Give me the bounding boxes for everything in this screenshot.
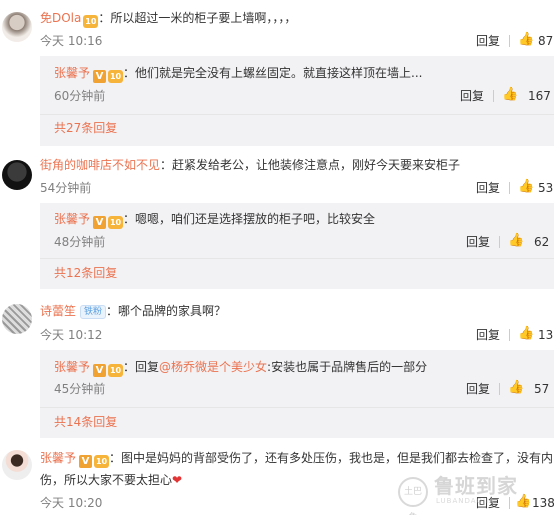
like-icon[interactable]: 👍 <box>518 32 534 48</box>
divider <box>499 383 500 395</box>
more-replies-link[interactable]: 共14条回复 <box>54 414 117 430</box>
verified-v-icon: V <box>93 364 107 377</box>
comment-text: ：图中是妈妈的背部受伤了，还有多处压伤，我也是，但是我们都去检查了，没有内 <box>109 451 554 465</box>
heart-icon: ❤ <box>172 473 183 487</box>
like-icon[interactable]: 👍 <box>508 233 524 249</box>
username-link[interactable]: 免DOla <box>40 11 81 25</box>
divider <box>499 236 500 248</box>
divider <box>493 90 494 102</box>
comment-text-line: 张馨予 V 10 ：图中是妈妈的背部受伤了，还有多处压伤，我也是，但是我们都去检查了，… <box>40 450 553 468</box>
timestamp: 今天 10:20 <box>40 496 103 510</box>
comment-text: ：哪个品牌的家具啊？ <box>106 304 227 318</box>
divider <box>509 182 510 194</box>
more-replies-link[interactable]: 共27条回复 <box>54 120 117 136</box>
reply-button[interactable]: 回复 <box>476 33 500 49</box>
comment-text: ：所以超过一米的柜子要上墙啊，，，， <box>98 11 297 25</box>
like-icon[interactable]: 👍 <box>518 179 534 195</box>
reply-box: 张馨予 V 10 ：他们就是完全没有上螺丝固定。就直接这样顶在墙上... 60分钟前 … <box>40 56 554 146</box>
reply-text-line: 张馨予 V 10 ：回复@杨乔微是个美少女:安装也属于品牌售后的一部分 <box>54 359 427 377</box>
like-count: 167 <box>528 89 551 103</box>
like-count: 62 <box>534 235 550 249</box>
divider <box>40 258 554 259</box>
avatar[interactable] <box>2 304 32 334</box>
divider <box>509 329 510 341</box>
username-link[interactable]: 张馨予 <box>54 212 90 226</box>
reply-text: ：他们就是完全没有上螺丝固定。就直接这样顶在墙上... <box>123 66 423 80</box>
reply-box: 张馨予 V 10 ：回复@杨乔微是个美少女:安装也属于品牌售后的一部分 45分钟前 回… <box>40 350 554 438</box>
divider <box>509 35 510 47</box>
avatar[interactable] <box>2 450 32 480</box>
comment-text-line: 诗蕾笙 铁粉 ：哪个品牌的家具啊？ <box>40 303 226 319</box>
timestamp: 今天 10:12 <box>40 328 103 342</box>
username-link[interactable]: 张馨予 <box>40 451 76 465</box>
reply-box: 张馨予 V 10 ：嗯嗯，咱们还是选择摆放的柜子吧，比较安全 48分钟前 回复 👍 6… <box>40 203 554 289</box>
watermark: 土巴兔 鲁班到家 LUBANDAOJIA <box>398 474 548 515</box>
verified-v-icon: V <box>79 455 93 468</box>
comment-text-line: 免DOla 10 ：所以超过一米的柜子要上墙啊，，，， <box>40 10 296 28</box>
timestamp: 54分钟前 <box>40 181 92 195</box>
like-count: 53 <box>538 181 554 195</box>
comment-text: ：赶紧发给老公，让他装修注意点，刚好今天要来安柜子 <box>160 158 461 172</box>
comment-text: 伤，所以大家不要太担心 <box>40 473 173 487</box>
reply-button[interactable]: 回复 <box>466 381 490 397</box>
verified-v-icon: V <box>93 216 107 229</box>
avatar[interactable] <box>2 12 32 42</box>
comment-item: 免DOla 10 ：所以超过一米的柜子要上墙啊，，，， 今天 10:16 回复 👍 … <box>0 0 554 150</box>
like-icon[interactable]: 👍 <box>508 380 524 396</box>
reply-button[interactable]: 回复 <box>466 234 490 250</box>
username-link[interactable]: 诗蕾笙 <box>40 304 76 318</box>
timestamp: 今天 10:16 <box>40 34 103 48</box>
watermark-logo-icon: 土巴兔 <box>398 477 428 515</box>
reply-text-prefix: ：回复 <box>123 360 160 374</box>
like-count: 87 <box>538 34 554 48</box>
level-badge-icon: 10 <box>108 364 124 377</box>
divider <box>40 114 554 115</box>
comment-text-line: 伤，所以大家不要太担心❤ <box>40 472 182 488</box>
reply-button[interactable]: 回复 <box>476 327 500 343</box>
reply-button[interactable]: 回复 <box>476 180 500 196</box>
reply-text: ：嗯嗯，咱们还是选择摆放的柜子吧，比较安全 <box>123 212 376 226</box>
level-badge-icon: 10 <box>108 216 124 229</box>
username-link[interactable]: 张馨予 <box>54 360 90 374</box>
watermark-subtext: LUBANDAOJIA <box>436 497 495 505</box>
level-badge-icon: 10 <box>108 70 124 83</box>
reply-text: :安装也属于品牌售后的一部分 <box>267 360 428 374</box>
mention-link[interactable]: @杨乔微是个美少女 <box>159 360 267 374</box>
comment-item: 诗蕾笙 铁粉 ：哪个品牌的家具啊？ 今天 10:12 回复 👍 13 张馨予 V 10：… <box>0 294 554 439</box>
watermark-text: 鲁班到家 <box>434 474 518 498</box>
timestamp: 45分钟前 <box>54 382 106 396</box>
like-icon[interactable]: 👍 <box>518 326 534 342</box>
like-count: 13 <box>538 328 554 342</box>
like-count: 57 <box>534 382 550 396</box>
reply-button[interactable]: 回复 <box>460 88 484 104</box>
username-link[interactable]: 张馨予 <box>54 66 90 80</box>
timestamp: 60分钟前 <box>54 89 106 103</box>
username-link[interactable]: 街角的咖啡店不如不见 <box>40 158 160 172</box>
reply-text-line: 张馨予 V 10 ：他们就是完全没有上螺丝固定。就直接这样顶在墙上... <box>54 65 422 83</box>
divider <box>40 407 554 408</box>
reply-text-line: 张馨予 V 10 ：嗯嗯，咱们还是选择摆放的柜子吧，比较安全 <box>54 211 375 229</box>
level-badge-icon: 10 <box>83 15 99 28</box>
more-replies-link[interactable]: 共12条回复 <box>54 265 117 281</box>
level-badge-icon: 10 <box>94 455 110 468</box>
comment-text-line: 街角的咖啡店不如不见：赶紧发给老公，让他装修注意点，刚好今天要来安柜子 <box>40 157 460 173</box>
avatar[interactable] <box>2 160 32 190</box>
comment-item: 街角的咖啡店不如不见：赶紧发给老公，让他装修注意点，刚好今天要来安柜子 54分钟… <box>0 150 554 290</box>
fan-badge: 铁粉 <box>80 305 107 319</box>
verified-v-icon: V <box>93 70 107 83</box>
like-icon[interactable]: 👍 <box>502 87 518 103</box>
timestamp: 48分钟前 <box>54 235 106 249</box>
